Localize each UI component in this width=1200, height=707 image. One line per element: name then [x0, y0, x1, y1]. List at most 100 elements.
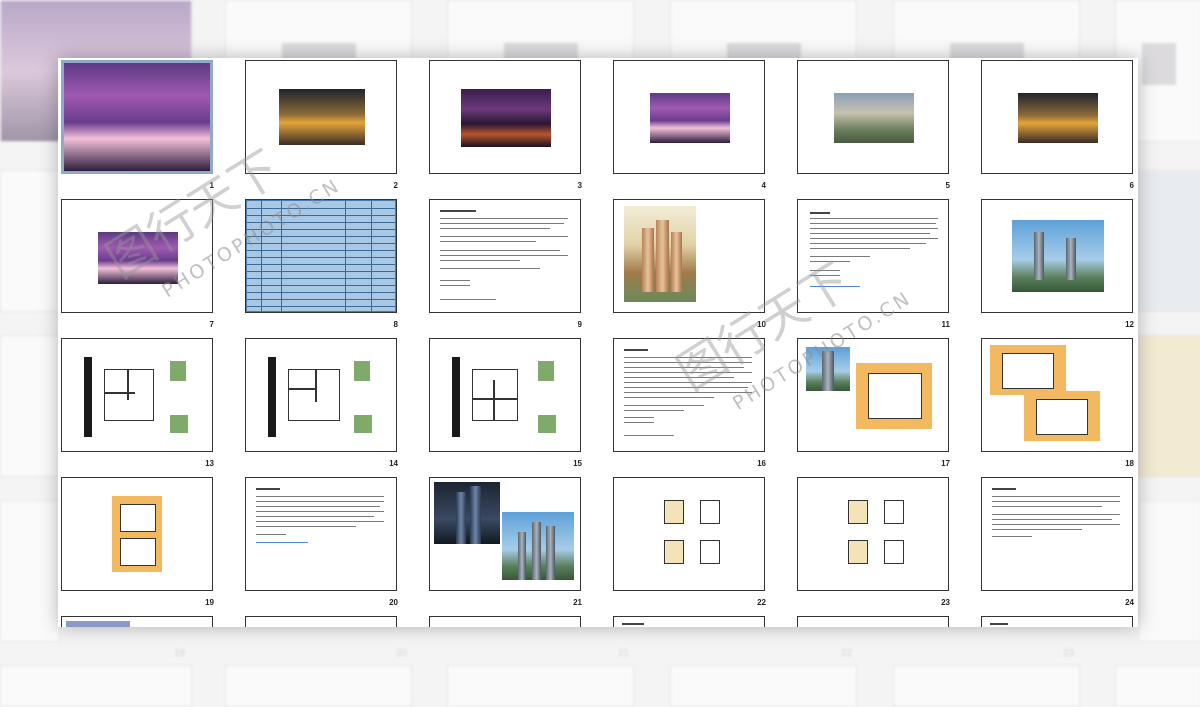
- slide-number: 15: [573, 459, 582, 468]
- city-day-photo: [834, 93, 914, 143]
- floor-plan-orange: [990, 345, 1066, 395]
- floor-plan-sidebar: [84, 357, 92, 437]
- bg-slide: [893, 665, 1080, 707]
- slide-number: 1: [209, 181, 214, 190]
- slide-thumbnail-7[interactable]: [61, 199, 213, 313]
- slide-number: 3: [577, 181, 582, 190]
- city-photo: [279, 89, 365, 145]
- bg-slide-number: 21: [618, 648, 630, 659]
- slide-thumbnail-12[interactable]: [981, 199, 1133, 313]
- slide-thumbnail-17[interactable]: [797, 338, 949, 452]
- floor-plan: [884, 540, 904, 564]
- floor-plan: [288, 369, 340, 421]
- slide-thumbnail-20[interactable]: [245, 477, 397, 591]
- slide-thumbnail-21[interactable]: [429, 477, 581, 591]
- bg-slide-number: 22: [841, 648, 853, 659]
- building-rendering: [1012, 220, 1104, 292]
- slide-number: 20: [389, 598, 398, 607]
- floor-plan: [664, 500, 684, 524]
- slide-thumbnail-19[interactable]: [61, 477, 213, 591]
- bg-slide: [670, 665, 857, 707]
- slide-number: 12: [1125, 320, 1134, 329]
- bg-slide: [0, 170, 60, 312]
- slide-thumbnail-5[interactable]: [797, 60, 949, 174]
- slide-number: 14: [389, 459, 398, 468]
- slide-number: 24: [1125, 598, 1134, 607]
- slide-thumbnail-14[interactable]: [245, 338, 397, 452]
- floor-plan: [884, 500, 904, 524]
- night-rendering-photo: [434, 482, 500, 544]
- bg-slide: [1115, 665, 1200, 707]
- floor-plan-sidebar: [268, 357, 276, 437]
- slide-thumbnail-18[interactable]: [981, 338, 1133, 452]
- bg-slide-number: 20: [396, 648, 408, 659]
- slide-number: 19: [205, 598, 214, 607]
- slide-number: 13: [205, 459, 214, 468]
- slide-thumbnail-28[interactable]: [613, 616, 765, 627]
- slide-thumbnail-24[interactable]: [981, 477, 1133, 591]
- slide-thumbnail-26[interactable]: [245, 616, 397, 627]
- floor-plan-orange: [856, 363, 932, 429]
- slide-number: 10: [757, 320, 766, 329]
- slide-thumbnail-13[interactable]: [61, 338, 213, 452]
- slide-thumbnail-4[interactable]: [613, 60, 765, 174]
- building-photo: [806, 347, 850, 391]
- slide-number: 9: [577, 320, 582, 329]
- slide-thumbnail-3[interactable]: [429, 60, 581, 174]
- floor-plan-sidebar: [452, 357, 460, 437]
- slide-thumbnail-29[interactable]: [797, 616, 949, 627]
- city-night-photo: [461, 89, 551, 147]
- bg-slide: [1138, 335, 1200, 477]
- slide-thumbnail-8[interactable]: [245, 199, 397, 313]
- slide-number: 8: [393, 320, 398, 329]
- floor-plan: [104, 369, 154, 421]
- slide-thumbnail-11[interactable]: [797, 199, 949, 313]
- slide-number: 21: [573, 598, 582, 607]
- slide-number: 4: [761, 181, 766, 190]
- slide-thumbnail-27[interactable]: [429, 616, 581, 627]
- slide-number: 7: [209, 320, 214, 329]
- floor-plan-orange: [112, 496, 162, 572]
- city-night-photo: [98, 232, 178, 284]
- bg-slide: [1138, 500, 1200, 642]
- floor-plan-orange: [1024, 391, 1100, 441]
- slide-number: 5: [945, 181, 950, 190]
- data-table: [246, 200, 396, 312]
- building-rendering: [624, 206, 696, 302]
- slide-number: 17: [941, 459, 950, 468]
- floor-plan: [700, 540, 720, 564]
- bg-slide: [0, 665, 192, 707]
- bg-slide: [0, 500, 60, 642]
- slide-thumbnail-16[interactable]: [613, 338, 765, 452]
- slide-thumbnail-15[interactable]: [429, 338, 581, 452]
- bg-slide: [447, 665, 634, 707]
- floor-plan: [848, 500, 868, 524]
- bg-slide: [0, 335, 60, 477]
- floor-plan: [664, 540, 684, 564]
- slide-thumbnail-1[interactable]: [61, 60, 213, 174]
- day-rendering-photo: [502, 512, 574, 580]
- floor-plan: [848, 540, 868, 564]
- slide-number: 11: [941, 320, 950, 329]
- city-night-photo: [64, 63, 210, 171]
- bg-slide: [225, 665, 412, 707]
- slide-number: 6: [1129, 181, 1134, 190]
- slide-thumbnail-25[interactable]: [61, 616, 213, 627]
- slide-sorter-panel: 1 2 3 4 5 6 7 8 9 10 11 12 13 14 15 16 1…: [58, 58, 1138, 627]
- bg-slide-number: 19: [174, 648, 186, 659]
- slide-number: 23: [941, 598, 950, 607]
- bg-slide-number: 23: [1063, 648, 1075, 659]
- bg-slide: [1138, 170, 1200, 312]
- slide-number: 16: [757, 459, 766, 468]
- city-photo: [1018, 93, 1098, 143]
- slide-thumbnail-9[interactable]: [429, 199, 581, 313]
- slide-number: 22: [757, 598, 766, 607]
- floor-plan: [700, 500, 720, 524]
- slide-thumbnail-23[interactable]: [797, 477, 949, 591]
- slide-thumbnail-30[interactable]: [981, 616, 1133, 627]
- slide-thumbnail-10[interactable]: [613, 199, 765, 313]
- floor-plan: [472, 369, 518, 421]
- slide-thumbnail-2[interactable]: [245, 60, 397, 174]
- slide-thumbnail-22[interactable]: [613, 477, 765, 591]
- slide-thumbnail-6[interactable]: [981, 60, 1133, 174]
